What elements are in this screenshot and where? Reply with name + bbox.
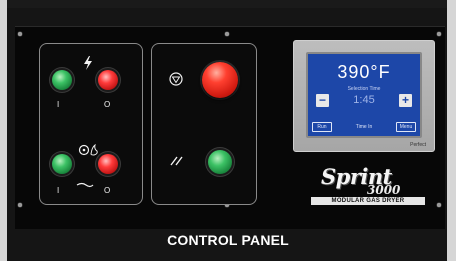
lightning-icon <box>84 56 92 70</box>
burner-on-label: I <box>57 186 60 195</box>
rivet <box>18 32 22 36</box>
decrease-time-button[interactable]: − <box>316 94 329 107</box>
selection-label: Selection Time <box>347 86 381 92</box>
emergency-stop-button[interactable] <box>202 62 238 98</box>
status-text: Time In <box>355 124 373 130</box>
power-on-button[interactable] <box>52 70 72 90</box>
power-off-label: O <box>104 100 111 109</box>
menu-button[interactable]: Menu <box>396 122 416 132</box>
burner-off-button[interactable] <box>98 154 118 174</box>
rivet <box>437 32 441 36</box>
rivet <box>437 203 441 207</box>
fan-flame-icon <box>78 144 98 156</box>
model-number: 3000 <box>367 183 401 197</box>
product-tagline: MODULAR GAS DRYER <box>311 197 425 205</box>
control-panel: I O I O 390°F Selection Time − 1:45 + Ru… <box>15 26 445 229</box>
reset-icon <box>170 156 183 166</box>
power-burner-box: I O I O <box>39 43 143 205</box>
emergency-box <box>151 43 257 205</box>
rivet <box>225 32 229 36</box>
equipment-frame: I O I O 390°F Selection Time − 1:45 + Ru… <box>7 0 447 261</box>
run-button[interactable]: Run <box>312 122 332 132</box>
display-bezel: 390°F Selection Time − 1:45 + Run Time I… <box>293 40 435 152</box>
burner-off-label: O <box>104 186 111 195</box>
time-row: − 1:45 + <box>316 94 412 108</box>
screen-bottom-row: Run Time In Menu <box>312 122 416 132</box>
emergency-stop-icon <box>169 72 183 86</box>
burner-on-button[interactable] <box>52 154 72 174</box>
reset-button[interactable] <box>208 150 232 174</box>
touchscreen[interactable]: 390°F Selection Time − 1:45 + Run Time I… <box>306 52 422 138</box>
burner-flame-icon <box>76 182 94 188</box>
increase-time-button[interactable]: + <box>399 94 412 107</box>
power-on-label: I <box>57 100 60 109</box>
top-strip <box>7 0 447 8</box>
rivet <box>18 203 22 207</box>
panel-caption: CONTROL PANEL <box>167 232 289 248</box>
time-value: 1:45 <box>353 94 375 106</box>
bezel-brand: Perfect <box>410 142 426 148</box>
power-off-button[interactable] <box>98 70 118 90</box>
temperature-readout: 390°F <box>337 62 391 82</box>
